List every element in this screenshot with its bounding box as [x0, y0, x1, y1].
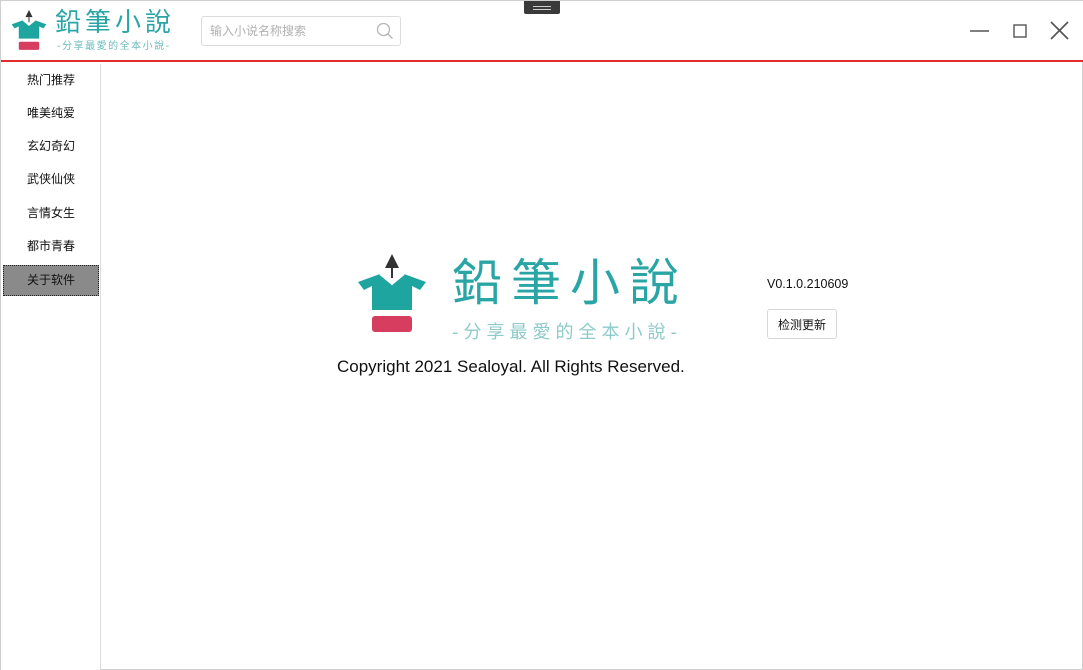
- sidebar-item-female[interactable]: 言情女生: [3, 198, 99, 229]
- search-icon[interactable]: [376, 22, 394, 40]
- check-update-button[interactable]: 检测更新: [767, 309, 837, 339]
- about-brand-tagline: -分享最愛的全本小說-: [452, 322, 682, 343]
- sidebar-item-hot[interactable]: 热门推荐: [3, 65, 99, 96]
- app-logo-icon: [11, 10, 47, 50]
- version-label: V0.1.0.210609: [767, 277, 849, 291]
- about-brand-name: 鉛筆小說: [452, 254, 688, 312]
- maximize-icon[interactable]: [1005, 15, 1035, 45]
- search-input[interactable]: [210, 22, 370, 40]
- copyright-text: Copyright 2021 Sealoyal. All Rights Rese…: [337, 357, 685, 376]
- sidebar-item-fantasy[interactable]: 玄幻奇幻: [3, 131, 99, 162]
- close-icon[interactable]: [1045, 15, 1075, 45]
- app-logo-icon: [358, 254, 426, 332]
- sidebar-item-romance[interactable]: 唯美纯爱: [3, 98, 99, 129]
- drag-handle[interactable]: [524, 1, 560, 14]
- app-window: 鉛筆小說 -分享最愛的全本小說- 热门推荐 唯美纯爱 玄幻奇幻 武侠仙侠 言情女…: [0, 0, 1083, 670]
- sidebar-item-about[interactable]: 关于软件: [3, 265, 99, 296]
- app-brand-name: 鉛筆小說: [55, 8, 176, 38]
- sidebar: 热门推荐 唯美纯爱 玄幻奇幻 武侠仙侠 言情女生 都市青春 关于软件: [1, 64, 101, 670]
- app-brand-tagline: -分享最愛的全本小說-: [57, 41, 171, 52]
- sidebar-item-wuxia[interactable]: 武侠仙侠: [3, 164, 99, 195]
- search-box[interactable]: [201, 16, 401, 46]
- sidebar-item-urban[interactable]: 都市青春: [3, 231, 99, 262]
- about-panel: 鉛筆小說 -分享最愛的全本小說- Copyright 2021 Sealoyal…: [102, 64, 1083, 670]
- minimize-icon[interactable]: [965, 15, 995, 45]
